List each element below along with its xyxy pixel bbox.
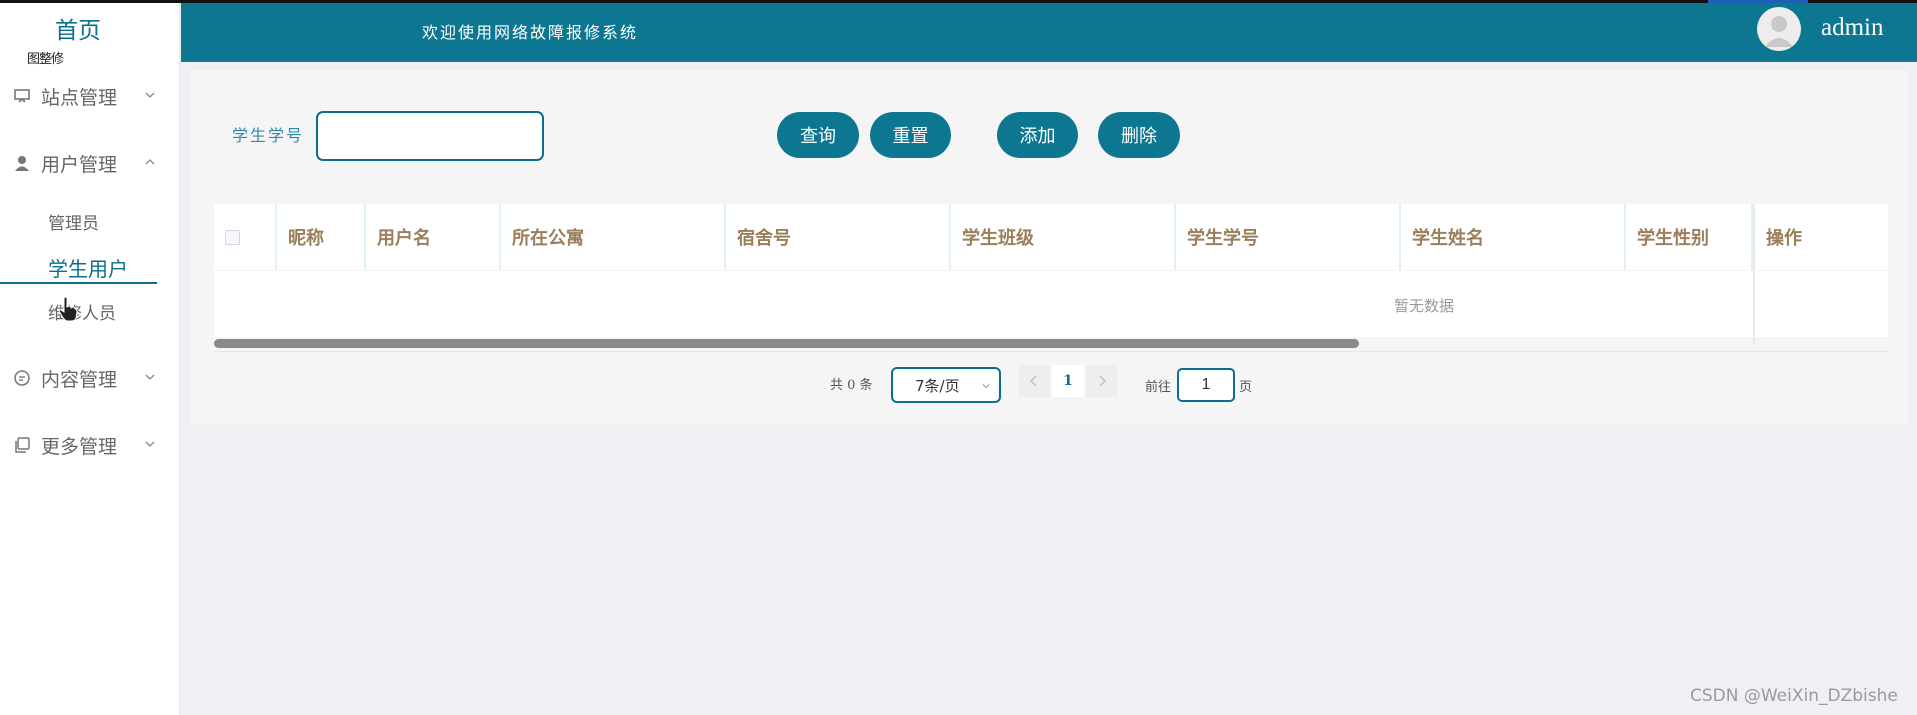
data-table: 昵称 用户名 所在公寓 宿舍号 学生班级 学生学号 学生姓名 学生性别 操作 暂… xyxy=(214,204,1888,352)
select-all-cell xyxy=(214,204,277,270)
avatar[interactable] xyxy=(1757,7,1801,51)
menu-label: 站点管理 xyxy=(41,86,118,109)
table-header: 昵称 用户名 所在公寓 宿舍号 学生班级 学生学号 学生姓名 学生性别 操作 xyxy=(214,204,1888,270)
fixed-actions-column xyxy=(1753,204,1888,344)
active-indicator xyxy=(0,282,157,284)
submenu-student-users[interactable]: 学生用户 xyxy=(48,253,128,282)
chevron-left-icon xyxy=(1029,375,1037,387)
column-header[interactable]: 学生班级 xyxy=(951,204,1176,270)
watermark: CSDN @WeiXin_DZbishe xyxy=(1690,686,1898,706)
student-id-input[interactable] xyxy=(316,111,544,161)
sidebar-subtitle: 图整修 xyxy=(27,52,64,67)
page-size-value: 7条/页 xyxy=(915,376,960,395)
page-suffix: 页 xyxy=(1239,380,1253,395)
empty-message: 暂无数据 xyxy=(1394,297,1455,315)
menu-label: 更多管理 xyxy=(41,435,118,458)
content-panel: 学生学号 查询 重置 添加 删除 昵称 用户名 所在公寓 宿舍号 学生班级 学生… xyxy=(190,70,1908,424)
monitor-icon xyxy=(12,86,32,106)
chevron-right-icon xyxy=(1099,375,1107,387)
add-button[interactable]: 添加 xyxy=(997,112,1078,158)
hand-cursor-icon xyxy=(58,296,78,322)
column-header[interactable]: 学生学号 xyxy=(1176,204,1401,270)
menu-label: 用户管理 xyxy=(41,153,118,176)
table-divider xyxy=(214,351,1888,352)
menu-user-management[interactable]: 用户管理 xyxy=(0,143,180,183)
column-header[interactable]: 宿舍号 xyxy=(726,204,951,270)
chevron-down-icon xyxy=(982,384,990,389)
column-header[interactable]: 昵称 xyxy=(277,204,366,270)
chevron-down-icon xyxy=(145,374,155,380)
username-label[interactable]: admin xyxy=(1821,14,1884,42)
delete-button[interactable]: 删除 xyxy=(1098,112,1180,158)
total-count: 共 0 条 xyxy=(830,378,873,393)
select-all-checkbox[interactable] xyxy=(225,230,240,245)
table-body: 暂无数据 xyxy=(214,271,1888,337)
prev-page-button[interactable] xyxy=(1018,365,1050,397)
goto-page-input[interactable] xyxy=(1177,368,1235,402)
search-label: 学生学号 xyxy=(232,126,305,145)
column-header[interactable]: 学生姓名 xyxy=(1401,204,1626,270)
user-icon xyxy=(12,153,32,173)
horizontal-scrollbar[interactable] xyxy=(214,339,1359,348)
reset-button[interactable]: 重置 xyxy=(870,112,951,158)
menu-content-management[interactable]: 内容管理 xyxy=(0,358,180,398)
submenu-admin[interactable]: 管理员 xyxy=(48,209,99,234)
goto-label: 前往 xyxy=(1145,380,1172,395)
menu-more-management[interactable]: 更多管理 xyxy=(0,425,180,465)
column-header[interactable]: 用户名 xyxy=(366,204,501,270)
query-button[interactable]: 查询 xyxy=(777,112,859,158)
user-avatar-icon xyxy=(1765,16,1793,47)
home-link[interactable]: 首页 xyxy=(55,11,101,45)
menu-site-management[interactable]: 站点管理 xyxy=(0,76,180,116)
chevron-up-icon xyxy=(145,159,155,165)
chevron-down-icon xyxy=(145,441,155,447)
top-header: 欢迎使用网络故障报修系统 admin xyxy=(181,3,1917,62)
chevron-down-icon xyxy=(145,92,155,98)
sidebar: 首页 图整修 站点管理 用户管理 管理员 学生用户 维修人员 内容管理 更多管理 xyxy=(0,3,180,715)
copy-icon xyxy=(12,435,32,455)
page-size-select[interactable]: 7条/页 xyxy=(891,367,1001,403)
column-header[interactable]: 学生性别 xyxy=(1626,204,1753,270)
menu-label: 内容管理 xyxy=(41,368,118,391)
next-page-button[interactable] xyxy=(1086,365,1118,397)
welcome-text: 欢迎使用网络故障报修系统 xyxy=(422,23,639,42)
page-number[interactable]: 1 xyxy=(1052,365,1084,397)
column-header[interactable]: 所在公寓 xyxy=(501,204,726,270)
chat-icon xyxy=(12,368,32,388)
